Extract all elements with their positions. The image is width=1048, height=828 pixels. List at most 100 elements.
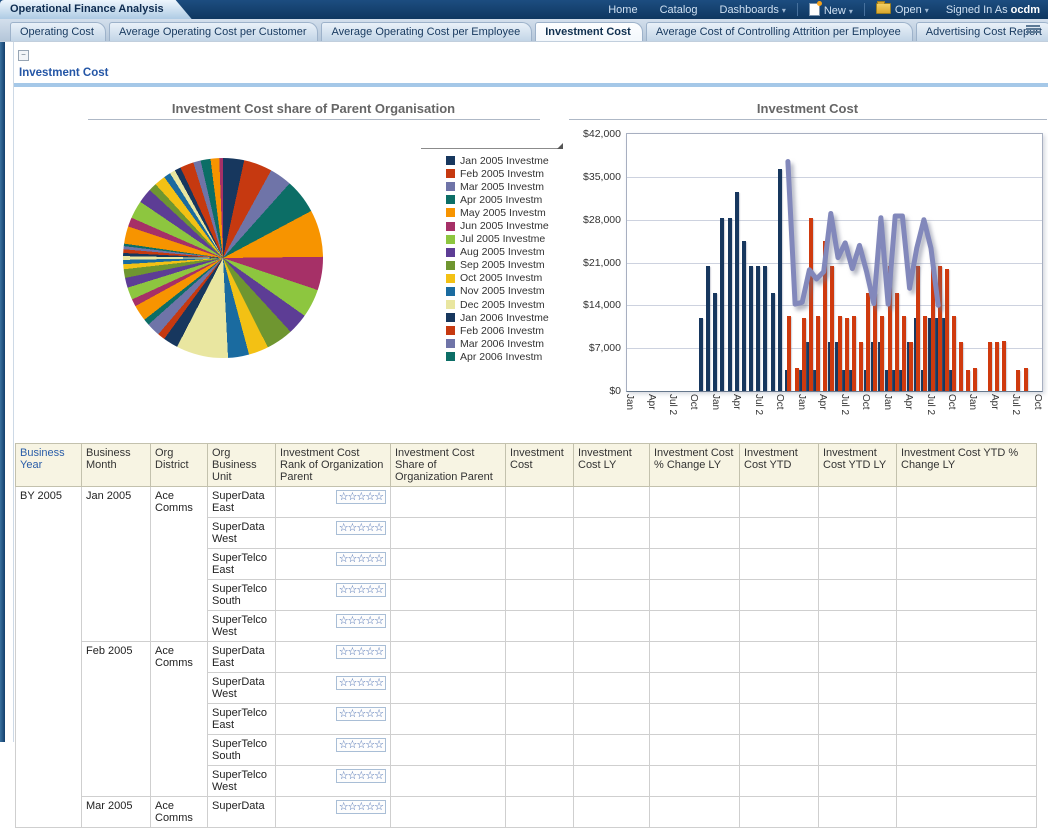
dashboard-content: − Investment Cost Investment Cost share … [13,41,1048,742]
column-header-business-year[interactable]: Business Year [16,444,82,487]
title-underline [88,119,540,120]
collapse-section-icon[interactable]: − [18,50,29,61]
legend-item: Jan 2005 Investme [446,154,564,167]
legend-item: Apr 2006 Investm [446,350,564,363]
empty-cell [740,518,819,549]
empty-cell [897,704,1037,735]
y-axis-label: $14,000 [566,299,621,311]
x-axis-label: Jan [624,394,635,410]
dashboard-title[interactable]: Operational Finance Analysis [0,0,192,19]
org-district-cell: Ace Comms [151,797,208,828]
empty-cell [897,673,1037,704]
empty-cell [897,611,1037,642]
empty-cell [819,673,897,704]
rank-cell: ☆☆☆☆☆ [276,766,391,797]
legend-item: Mar 2006 Investm [446,337,564,350]
legend-item: Aug 2005 Investm [446,246,564,259]
star-rating: ☆☆☆☆☆ [336,676,386,690]
column-header-investment-cost-ytd-ly: Investment Cost YTD LY [819,444,897,487]
new-menu[interactable]: New▾ [798,3,864,17]
empty-cell [897,766,1037,797]
x-axis-label: Apr [903,394,914,410]
org-business-unit-cell: SuperData East [208,642,276,673]
trend-line[interactable] [627,134,1042,391]
empty-cell [506,487,574,518]
legend-label: Jun 2005 Investme [460,220,549,232]
pie-chart[interactable] [123,158,323,358]
org-business-unit-cell: SuperData East [208,487,276,518]
x-axis-label: Jan [882,394,893,410]
legend-scroll-icon[interactable] [557,143,563,149]
open-menu[interactable]: Open▾ [865,3,940,16]
page-options-icon[interactable] [1026,25,1040,36]
tab-average-operating-cost-per-customer[interactable]: Average Operating Cost per Customer [109,22,319,41]
empty-cell [506,797,574,828]
empty-cell [391,766,506,797]
tab-investment-cost[interactable]: Investment Cost [535,22,643,41]
table-row: BY 2005Jan 2005Ace CommsSuperData East☆☆… [16,487,1037,518]
y-axis-label: $7,000 [566,342,621,354]
empty-cell [819,518,897,549]
legend-swatch [446,261,455,270]
legend-swatch [446,313,455,322]
combo-plot-area[interactable] [626,133,1043,392]
legend-label: Aug 2005 Investm [460,246,545,258]
dashboards-menu[interactable]: Dashboards▾ [709,4,797,16]
empty-cell [574,611,650,642]
chevron-down-icon: ▾ [925,6,929,15]
signed-in-user[interactable]: ocdm [1011,4,1040,16]
legend-label: Nov 2005 Investm [460,285,545,297]
business-month-cell: Mar 2005 [82,797,151,828]
x-axis-label: Jul 2 [753,394,764,415]
top-bar: Operational Finance Analysis Home Catalo… [0,0,1048,19]
rank-cell: ☆☆☆☆☆ [276,704,391,735]
empty-cell [391,611,506,642]
empty-cell [897,518,1037,549]
empty-cell [740,487,819,518]
legend-item: Nov 2005 Investm [446,285,564,298]
x-axis-label: Oct [946,394,957,410]
legend-swatch [446,156,455,165]
empty-cell [391,642,506,673]
legend-swatch [446,274,455,283]
empty-cell [819,735,897,766]
empty-cell [819,766,897,797]
catalog-link[interactable]: Catalog [649,4,709,16]
tab-operating-cost[interactable]: Operating Cost [10,22,106,41]
star-rating: ☆☆☆☆☆ [336,769,386,783]
empty-cell [650,797,740,828]
legend-label: Jan 2006 Investme [460,312,549,324]
x-axis-label: Jan [710,394,721,410]
combo-chart-title: Investment Cost [566,94,1048,116]
home-link[interactable]: Home [597,4,648,16]
legend-label: Mar 2005 Investm [460,181,544,193]
empty-cell [650,487,740,518]
empty-cell [650,766,740,797]
empty-cell [506,673,574,704]
empty-cell [506,735,574,766]
legend-item: May 2005 Investm [446,206,564,219]
empty-cell [574,766,650,797]
org-business-unit-cell: SuperTelco East [208,549,276,580]
new-document-icon [809,3,820,16]
page-tabs: Operating CostAverage Operating Cost per… [10,22,1048,41]
legend-swatch [446,352,455,361]
empty-cell [506,766,574,797]
star-rating: ☆☆☆☆☆ [336,521,386,535]
star-rating: ☆☆☆☆☆ [336,552,386,566]
empty-cell [391,673,506,704]
empty-cell [506,518,574,549]
signed-in-as: Signed In As ocdm [940,4,1046,16]
signed-in-label: Signed In As [946,4,1008,16]
legend-item: Jun 2005 Investme [446,219,564,232]
empty-cell [740,549,819,580]
tab-average-cost-of-controlling-attrition-per-employee[interactable]: Average Cost of Controlling Attrition pe… [646,22,913,41]
tab-average-operating-cost-per-employee[interactable]: Average Operating Cost per Employee [321,22,532,41]
empty-cell [650,580,740,611]
business-year-cell[interactable]: BY 2005 [16,487,82,828]
org-business-unit-cell: SuperTelco West [208,766,276,797]
empty-cell [650,549,740,580]
x-axis-label: Oct [774,394,785,410]
rank-cell: ☆☆☆☆☆ [276,642,391,673]
combo-chart-block: Investment Cost $42,000$35,000$28,000$21… [566,94,1048,444]
